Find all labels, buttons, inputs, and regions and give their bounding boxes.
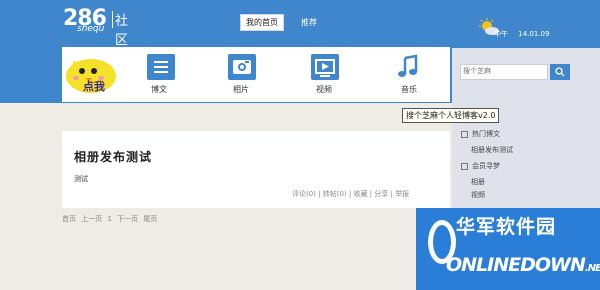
list-bullet-icon [461,162,468,170]
article-icon[interactable] [147,54,175,80]
sidebar-link-label[interactable]: 相册发布测试 [471,145,513,155]
watermark-suffix: .NET [584,263,600,274]
pager-current[interactable]: 1 [107,215,111,223]
sidebar-heading-members: 会员寻梦 [461,158,513,174]
nav-article-label[interactable]: 博文 [151,84,167,95]
search-input[interactable] [460,64,548,80]
search-icon [555,67,565,77]
topnav-my-home[interactable]: 我的首页 [240,14,284,31]
sidebar-heading-label: 会员寻梦 [472,162,500,170]
topnav-recommend[interactable]: 推荐 [296,15,322,30]
search-button[interactable] [550,64,570,80]
sidebar-link-video[interactable]: 视频 [461,190,513,200]
camera-icon[interactable] [228,54,256,80]
mascot-label: 点我 [83,79,105,93]
logo-chinese: 社区 [115,14,131,48]
weather-text: 中午 14.01.09 [494,29,557,39]
pager-first[interactable]: 首页 [62,215,76,223]
sidebar-heading-label: 热门博文 [472,130,500,138]
watermark: 华军软件园 ONLINEDOWN.NET [416,208,600,290]
mascot-chick-icon[interactable]: 点我 [64,54,118,94]
top-navigation: 我的首页 推荐 [240,14,334,31]
video-icon[interactable] [311,54,339,80]
list-bullet-icon [461,130,468,138]
weather-period: 中午 [494,30,508,38]
main-nav-panel [62,47,450,102]
music-icon[interactable] [396,54,420,80]
post-actions[interactable]: 评论(0) | 转帖(0) | 收藏 | 分享 | 举报 [292,189,409,199]
logo-divider [112,11,113,28]
pager-prev[interactable]: 上一页 [81,215,102,223]
sidebar-link-label[interactable]: 视频 [471,190,485,200]
post-title[interactable]: 相册发布测试 [74,148,152,165]
logo-sub: shequ [77,24,105,34]
weather-date: 14.01.09 [518,30,550,38]
watermark-english: ONLINEDOWN.NET [446,254,600,276]
site-logo[interactable]: 286 shequ 社区 [63,8,128,49]
watermark-chinese: 华军软件园 [456,216,557,238]
sidebar-heading-hot: 热门博文 [461,126,513,142]
nav-music-label[interactable]: 音乐 [401,84,417,95]
sidebar-link-album[interactable]: 相册 [461,174,513,190]
sidebar-link-label[interactable]: 相册 [471,177,485,187]
post-body: 测试 [74,175,88,183]
nav-video-label[interactable]: 视频 [316,84,332,95]
pager-next[interactable]: 下一页 [117,215,138,223]
tooltip: 搜个芝麻个人轻博客v2.0 [402,108,500,123]
pagination: 首页 上一页 1 下一页 尾页 [62,214,160,224]
sidebar-link-post[interactable]: 相册发布测试 [461,142,513,158]
sidebar-list: 热门博文 相册发布测试 会员寻梦 相册 视频 [461,126,513,200]
nav-photo-label[interactable]: 相片 [233,84,249,95]
pager-last[interactable]: 尾页 [143,215,157,223]
watermark-en-text: ONLINEDOWN [446,254,586,276]
